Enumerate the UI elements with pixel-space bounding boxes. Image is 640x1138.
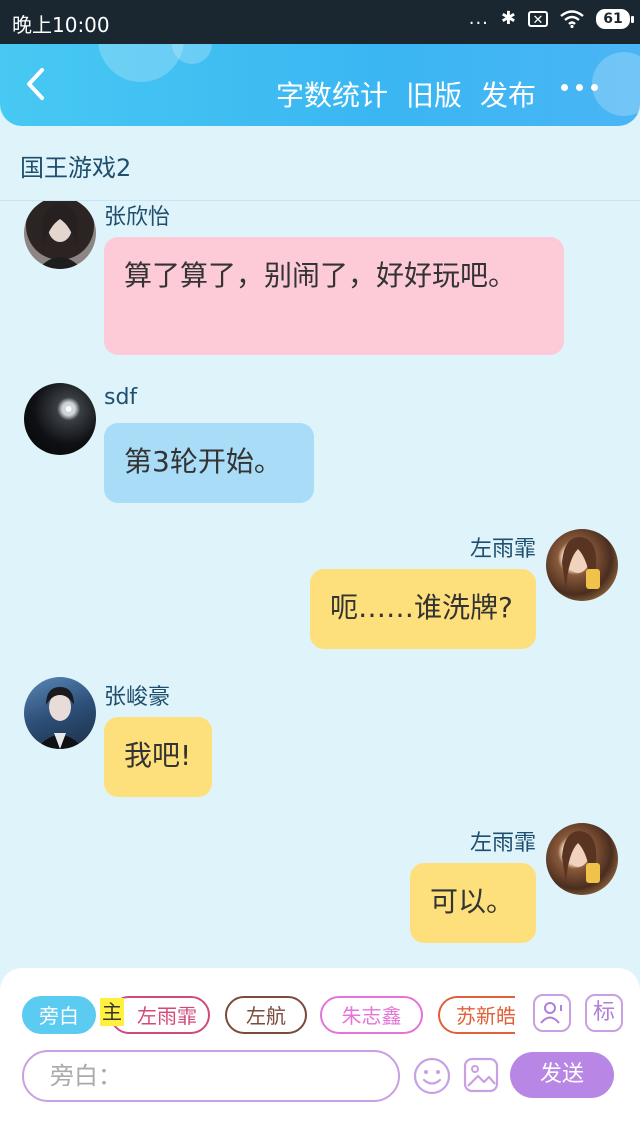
top-bar: 字数统计 旧版 发布 bbox=[0, 44, 640, 126]
status-time: 晚上10:00 bbox=[12, 13, 110, 37]
header-actions: 字数统计 旧版 发布 bbox=[276, 74, 536, 114]
decor-bubble bbox=[592, 52, 640, 116]
message-bubble[interactable]: 算了算了，别闹了，好好玩吧。 bbox=[104, 237, 564, 355]
tag-button[interactable]: 标 bbox=[585, 994, 623, 1032]
decor-bubble bbox=[172, 44, 212, 64]
emoji-icon[interactable] bbox=[412, 1056, 452, 1096]
publish-button[interactable]: 发布 bbox=[480, 74, 536, 114]
dot bbox=[576, 84, 583, 91]
battery-icon: 61 bbox=[596, 8, 634, 29]
send-button[interactable]: 发送 bbox=[510, 1052, 614, 1098]
dot bbox=[591, 84, 598, 91]
role-chip[interactable]: 左雨霏 bbox=[110, 996, 210, 1034]
story-title: 国王游戏2 bbox=[20, 154, 132, 182]
avatar-portrait bbox=[562, 537, 600, 589]
decor-bubble bbox=[98, 44, 184, 82]
message-list[interactable]: 张欣怡 算了算了，别闹了，好好玩吧。 sdf 第3轮开始。 左雨霏 呃……谁洗牌… bbox=[0, 201, 640, 969]
main-role-marker: 主 bbox=[100, 998, 124, 1026]
sender-name: 张欣怡 bbox=[104, 205, 171, 230]
avatar[interactable] bbox=[24, 201, 96, 269]
sender-name: sdf bbox=[104, 385, 138, 410]
avatar[interactable] bbox=[24, 677, 96, 749]
wifi-icon bbox=[560, 9, 584, 28]
status-bar: 晚上10:00 ... ✱ ✕ 61 bbox=[0, 0, 640, 44]
old-version-button[interactable]: 旧版 bbox=[406, 74, 462, 114]
user-glyph bbox=[540, 1002, 562, 1024]
message-bubble[interactable]: 可以。 bbox=[410, 863, 536, 943]
dot bbox=[561, 84, 568, 91]
composer-panel: 旁白 左雨霏 主 左航 朱志鑫 苏新皓 标 旁白： 发送 bbox=[0, 968, 640, 1138]
role-chip[interactable]: 苏新皓 bbox=[438, 996, 515, 1034]
bluetooth-icon: ✱ bbox=[500, 8, 516, 29]
sender-name: 张峻豪 bbox=[104, 685, 171, 710]
avatar[interactable] bbox=[546, 529, 618, 601]
sim-blocked-icon: ✕ bbox=[528, 10, 548, 28]
word-count-button[interactable]: 字数统计 bbox=[276, 74, 388, 114]
image-icon[interactable] bbox=[462, 1056, 500, 1094]
role-chip[interactable]: 朱志鑫 bbox=[320, 996, 423, 1034]
narration-role-chip[interactable]: 旁白 bbox=[22, 996, 96, 1034]
role-chip[interactable]: 左航 bbox=[225, 996, 307, 1034]
avatar-portrait bbox=[36, 687, 84, 749]
sender-name: 左雨霏 bbox=[469, 537, 536, 562]
more-notifications-icon: ... bbox=[468, 8, 489, 29]
avatar-portrait bbox=[38, 203, 82, 269]
status-icons: ... ✱ ✕ 61 bbox=[468, 8, 634, 29]
more-dots-icon[interactable] bbox=[561, 84, 598, 91]
avatar[interactable] bbox=[546, 823, 618, 895]
back-chevron-icon[interactable] bbox=[20, 62, 54, 106]
sender-name: 左雨霏 bbox=[469, 831, 536, 856]
message-bubble[interactable]: 第3轮开始。 bbox=[104, 423, 314, 503]
avatar[interactable] bbox=[24, 383, 96, 455]
user-card-icon[interactable] bbox=[533, 994, 571, 1032]
message-bubble[interactable]: 呃……谁洗牌? bbox=[310, 569, 536, 649]
avatar-portrait bbox=[562, 831, 600, 883]
message-input[interactable]: 旁白： bbox=[22, 1050, 400, 1102]
message-bubble[interactable]: 我吧! bbox=[104, 717, 212, 797]
